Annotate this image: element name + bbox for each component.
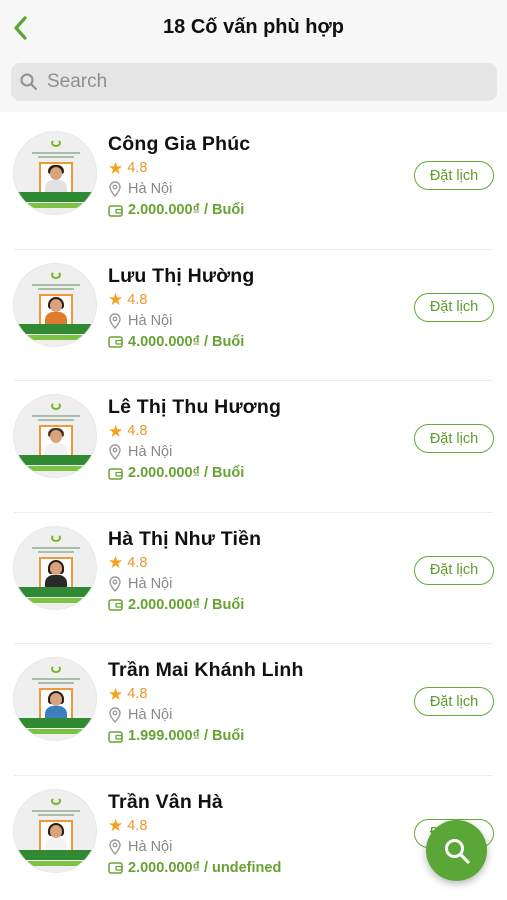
- advisor-card[interactable]: Công Gia Phúc ★ 4.8 Hà Nội 2.000.000₫ / …: [0, 118, 507, 250]
- location-text: Hà Nội: [128, 575, 173, 592]
- star-icon: ★: [108, 421, 124, 441]
- location: Hà Nội: [109, 312, 172, 330]
- location-text: Hà Nội: [128, 444, 173, 460]
- location: Hà Nội: [109, 180, 172, 198]
- price: 1.999.000₫ / Buổi: [108, 727, 244, 745]
- price: 2.000.000₫ / Buổi: [108, 201, 244, 219]
- price-text: 2.000.000₫ / Buổi: [128, 465, 245, 481]
- price-text: 2.000.000₫ / Buổi: [128, 202, 245, 218]
- star-icon: ★: [108, 158, 124, 178]
- location-pin-icon: [109, 444, 121, 460]
- rating-value: 4.8: [127, 817, 148, 834]
- book-button[interactable]: Đặt lịch: [414, 424, 494, 453]
- wallet-icon: [108, 730, 123, 743]
- location-text: Hà Nội: [128, 707, 173, 723]
- location: Hà Nội: [109, 838, 172, 856]
- advisor-avatar: [13, 262, 97, 347]
- search-bar: [0, 56, 507, 112]
- price: 4.000.000₫ / Buổi: [108, 333, 244, 351]
- rating: ★ 4.8: [108, 422, 147, 440]
- price-text: 2.000.000₫ / Buổi: [128, 596, 245, 613]
- location: Hà Nội: [109, 443, 172, 461]
- advisor-avatar: [13, 131, 97, 215]
- book-button[interactable]: Đặt lịch: [414, 292, 494, 322]
- wallet-icon: [108, 862, 123, 874]
- rating: ★ 4.8: [108, 817, 147, 835]
- nav-header: 18 Cố vấn phù hợp: [0, 0, 507, 56]
- search-box[interactable]: [11, 63, 497, 101]
- price-text: 1.999.000₫ / Buổi: [128, 728, 245, 744]
- advisor-name: Công Gia Phúc: [108, 133, 251, 155]
- advisor-list: Công Gia Phúc ★ 4.8 Hà Nội 2.000.000₫ / …: [0, 118, 507, 900]
- wallet-icon: [108, 467, 123, 480]
- search-icon: [20, 73, 37, 90]
- advisor-avatar: [13, 657, 97, 741]
- advisor-avatar: [13, 394, 97, 478]
- advisor-card[interactable]: Trần Mai Khánh Linh ★ 4.8 Hà Nội 1.999.0…: [0, 644, 507, 776]
- book-button[interactable]: Đặt lịch: [414, 687, 494, 716]
- rating-value: 4.8: [127, 160, 148, 176]
- rating: ★ 4.8: [108, 159, 147, 177]
- location-pin-icon: [109, 181, 121, 197]
- price: 2.000.000₫ / Buổi: [108, 464, 244, 482]
- advisor-name: Lưu Thị Hường: [108, 264, 255, 287]
- rating: ★ 4.8: [108, 554, 147, 572]
- location-text: Hà Nội: [128, 312, 173, 329]
- search-fab-button[interactable]: [426, 820, 487, 881]
- search-input[interactable]: [47, 71, 467, 93]
- location-text: Hà Nội: [128, 181, 173, 197]
- location-pin-icon: [109, 707, 121, 723]
- page-title: 18 Cố vấn phù hợp: [163, 16, 344, 38]
- price: 2.000.000₫ / undefined: [108, 859, 281, 877]
- advisor-name: Trần Mai Khánh Linh: [108, 659, 304, 681]
- rating-value: 4.8: [127, 423, 148, 439]
- search-icon: [444, 838, 470, 864]
- price-text: 2.000.000₫ / undefined: [128, 859, 282, 876]
- location: Hà Nội: [109, 706, 172, 724]
- location: Hà Nội: [109, 575, 172, 593]
- rating: ★ 4.8: [108, 685, 147, 703]
- advisor-name: Hà Thị Như Tiền: [108, 527, 262, 550]
- advisor-card[interactable]: Lưu Thị Hường ★ 4.8 Hà Nội 4.000.000₫ / …: [0, 250, 507, 381]
- rating-value: 4.8: [127, 686, 148, 702]
- location-pin-icon: [109, 312, 121, 329]
- advisor-name: Trần Vân Hà: [108, 790, 223, 813]
- advisor-name: Lê Thị Thu Hương: [108, 396, 282, 418]
- location-pin-icon: [109, 838, 121, 855]
- advisor-card[interactable]: Hà Thị Như Tiền ★ 4.8 Hà Nội 2.000.000₫ …: [0, 513, 507, 644]
- location-text: Hà Nội: [128, 838, 173, 855]
- advisor-card[interactable]: Lê Thị Thu Hương ★ 4.8 Hà Nội 2.000.000₫…: [0, 381, 507, 513]
- rating: ★ 4.8: [108, 291, 147, 309]
- book-button[interactable]: Đặt lịch: [414, 161, 494, 190]
- price-text: 4.000.000₫ / Buổi: [128, 333, 245, 350]
- star-icon: ★: [108, 684, 124, 704]
- advisor-avatar: [13, 788, 97, 873]
- book-button[interactable]: Đặt lịch: [414, 555, 494, 585]
- star-icon: ★: [108, 290, 124, 309]
- wallet-icon: [108, 599, 123, 611]
- location-pin-icon: [109, 575, 121, 592]
- star-icon: ★: [108, 816, 124, 835]
- wallet-icon: [108, 204, 123, 217]
- price: 2.000.000₫ / Buổi: [108, 596, 244, 614]
- rating-value: 4.8: [127, 291, 148, 308]
- wallet-icon: [108, 336, 123, 348]
- star-icon: ★: [108, 553, 124, 572]
- rating-value: 4.8: [127, 554, 148, 571]
- advisor-avatar: [13, 525, 97, 610]
